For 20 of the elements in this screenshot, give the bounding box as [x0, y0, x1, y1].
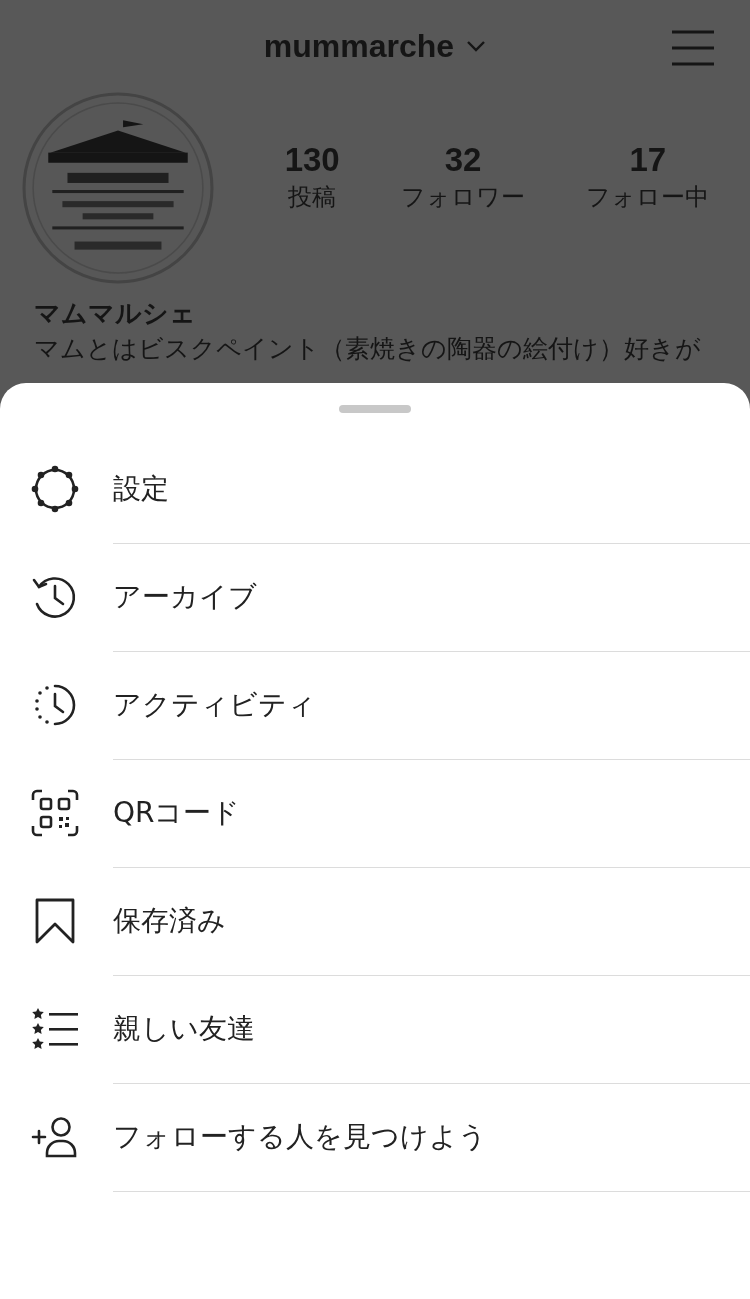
stat-count: 32	[444, 140, 482, 180]
menu-item[interactable]: 設定	[0, 435, 750, 543]
stat-label: 投稿	[288, 182, 337, 213]
settings-icon	[30, 464, 80, 514]
menu-item[interactable]: アーカイブ	[0, 543, 750, 651]
qr-code-icon	[30, 788, 80, 838]
profile-name: マムマルシェ	[34, 297, 197, 330]
menu-item[interactable]: 保存済み	[0, 867, 750, 975]
stat-count: 17	[629, 140, 667, 180]
menu-icon[interactable]	[672, 30, 714, 66]
profile-bio: マムとはビスクペイント（素焼きの陶器の絵付け）好きが	[34, 333, 702, 365]
menu-item[interactable]: アクティビティ	[0, 651, 750, 759]
drag-handle[interactable]	[339, 405, 411, 413]
menu-item[interactable]: フォローする人を見つけよう	[0, 1083, 750, 1191]
stat-count: 130	[284, 140, 340, 180]
menu-item[interactable]: QRコード	[0, 759, 750, 867]
chevron-down-icon	[466, 40, 487, 52]
stat-label: フォロー中	[586, 182, 710, 213]
stat-label: フォロワー	[401, 182, 526, 213]
menu-item[interactable]: 親しい友達	[0, 975, 750, 1083]
